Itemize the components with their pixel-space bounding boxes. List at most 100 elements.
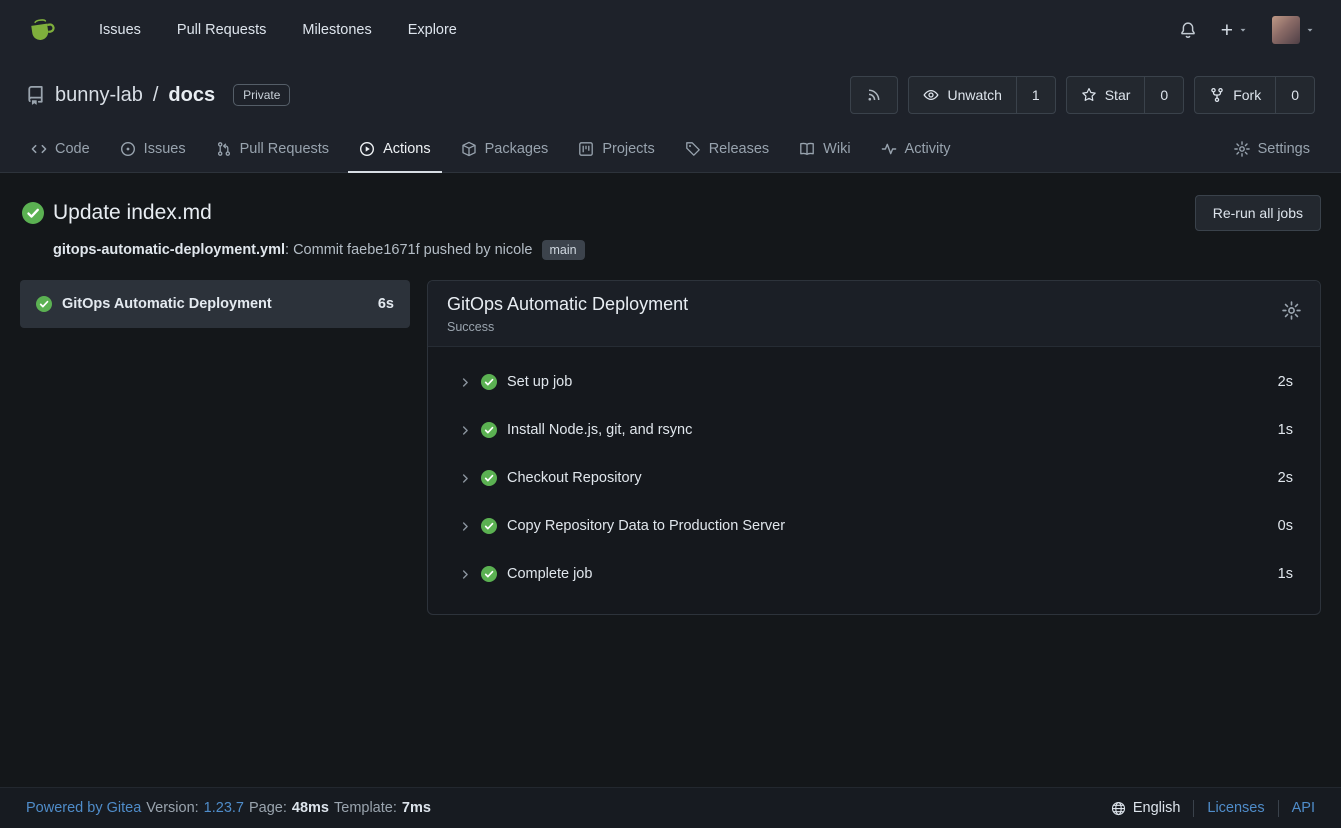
repo-header: bunny-lab / docs Private Unwatch 1 Star <box>0 60 1341 128</box>
book-icon <box>799 141 815 157</box>
step-list: Set up job 2s Install Node.js, git, and … <box>428 347 1320 614</box>
nav-pull-requests[interactable]: Pull Requests <box>159 22 284 38</box>
activity-icon <box>881 141 897 157</box>
user-menu[interactable] <box>1272 16 1315 44</box>
star-button-group: Star 0 <box>1066 76 1184 114</box>
tab-packages[interactable]: Packages <box>450 128 560 173</box>
language-label: English <box>1133 800 1181 816</box>
step-row[interactable]: Copy Repository Data to Production Serve… <box>428 502 1320 550</box>
tab-projects[interactable]: Projects <box>567 128 665 173</box>
tab-label: Code <box>55 141 90 157</box>
template-label: Template: <box>334 800 397 816</box>
tab-wiki[interactable]: Wiki <box>788 128 861 173</box>
repo-owner-link[interactable]: bunny-lab <box>55 84 143 107</box>
code-icon <box>31 141 47 157</box>
tab-code[interactable]: Code <box>20 128 101 173</box>
rerun-all-jobs-button[interactable]: Re-run all jobs <box>1195 195 1321 231</box>
licenses-link[interactable]: Licenses <box>1207 800 1264 816</box>
step-name: Checkout Repository <box>507 470 642 486</box>
nav-milestones[interactable]: Milestones <box>284 22 389 38</box>
gitea-logo[interactable] <box>26 15 57 46</box>
success-check-icon <box>481 422 497 438</box>
success-check-icon <box>481 470 497 486</box>
job-options-button[interactable] <box>1282 301 1301 320</box>
page-time: 48ms <box>292 800 329 816</box>
pull-request-icon <box>216 141 232 157</box>
private-badge: Private <box>233 84 290 106</box>
step-duration: 2s <box>1278 470 1293 486</box>
tab-pull-requests[interactable]: Pull Requests <box>205 128 340 173</box>
step-row[interactable]: Complete job 1s <box>428 550 1320 598</box>
powered-by-link[interactable]: Powered by Gitea <box>26 800 141 816</box>
footer-right: English Licenses API <box>1111 800 1315 817</box>
tab-label: Activity <box>905 141 951 157</box>
repo-separator: / <box>153 84 159 107</box>
create-new-button[interactable]: + <box>1221 20 1248 41</box>
notifications-button[interactable] <box>1179 21 1197 39</box>
eye-icon <box>923 87 939 103</box>
plus-icon: + <box>1221 20 1233 41</box>
unwatch-button[interactable]: Unwatch <box>909 77 1015 113</box>
rss-button[interactable] <box>850 76 898 114</box>
nav-explore[interactable]: Explore <box>390 22 475 38</box>
nav-issues[interactable]: Issues <box>81 22 159 38</box>
api-link[interactable]: API <box>1292 800 1315 816</box>
issue-icon <box>120 141 136 157</box>
forks-count[interactable]: 0 <box>1275 77 1314 113</box>
job-name: GitOps Automatic Deployment <box>62 296 272 312</box>
branch-badge[interactable]: main <box>542 240 585 260</box>
fork-button[interactable]: Fork <box>1195 77 1275 113</box>
stars-count[interactable]: 0 <box>1144 77 1183 113</box>
tab-label: Pull Requests <box>240 141 329 157</box>
job-item[interactable]: GitOps Automatic Deployment 6s <box>20 280 410 328</box>
step-name: Install Node.js, git, and rsync <box>507 422 692 438</box>
job-panel-header: GitOps Automatic Deployment Success <box>428 281 1320 347</box>
commit-text: : Commit faebe1671f pushed by nicole <box>285 242 532 258</box>
tab-label: Wiki <box>823 141 850 157</box>
language-button[interactable]: English <box>1111 800 1181 816</box>
tab-settings[interactable]: Settings <box>1223 128 1321 173</box>
nav-right: + <box>1179 16 1315 44</box>
repo-tabs: Code Issues Pull Requests Actions Packag… <box>0 128 1341 172</box>
tab-issues[interactable]: Issues <box>109 128 197 173</box>
version-link[interactable]: 1.23.7 <box>204 800 244 816</box>
caret-down-icon <box>1238 25 1248 35</box>
step-row[interactable]: Checkout Repository 2s <box>428 454 1320 502</box>
tab-label: Packages <box>485 141 549 157</box>
tab-label: Issues <box>144 141 186 157</box>
footer-divider <box>1278 800 1279 817</box>
chevron-right-icon <box>459 424 472 437</box>
footer: Powered by Gitea Version: 1.23.7 Page: 4… <box>0 787 1341 828</box>
repo-icon <box>26 86 45 105</box>
job-success-icon <box>36 296 52 312</box>
run-subtitle: gitops-automatic-deployment.yml: Commit … <box>53 240 1321 260</box>
run-success-icon <box>22 202 44 224</box>
top-navbar: Issues Pull Requests Milestones Explore … <box>0 0 1341 60</box>
tab-actions[interactable]: Actions <box>348 128 442 173</box>
step-duration: 2s <box>1278 374 1293 390</box>
tab-activity[interactable]: Activity <box>870 128 962 173</box>
chevron-right-icon <box>459 520 472 533</box>
nav-left: Issues Pull Requests Milestones Explore <box>26 15 475 46</box>
step-duration: 1s <box>1278 422 1293 438</box>
step-name: Set up job <box>507 374 572 390</box>
step-name: Complete job <box>507 566 592 582</box>
job-panel: GitOps Automatic Deployment Success Set … <box>427 280 1321 615</box>
watch-button-group: Unwatch 1 <box>908 76 1055 114</box>
footer-divider <box>1193 800 1194 817</box>
version-label: Version: <box>146 800 198 816</box>
globe-icon <box>1111 801 1126 816</box>
star-button[interactable]: Star <box>1067 77 1145 113</box>
template-time: 7ms <box>402 800 431 816</box>
tab-releases[interactable]: Releases <box>674 128 780 173</box>
repo-name-link[interactable]: docs <box>168 84 215 107</box>
step-duration: 0s <box>1278 518 1293 534</box>
step-row[interactable]: Install Node.js, git, and rsync 1s <box>428 406 1320 454</box>
run-title-row: Update index.md Re-run all jobs <box>20 195 1321 231</box>
step-duration: 1s <box>1278 566 1293 582</box>
step-row[interactable]: Set up job 2s <box>428 358 1320 406</box>
watchers-count[interactable]: 1 <box>1016 77 1055 113</box>
tab-label: Actions <box>383 141 431 157</box>
run-body: GitOps Automatic Deployment 6s GitOps Au… <box>20 280 1321 615</box>
unwatch-label: Unwatch <box>947 87 1001 103</box>
